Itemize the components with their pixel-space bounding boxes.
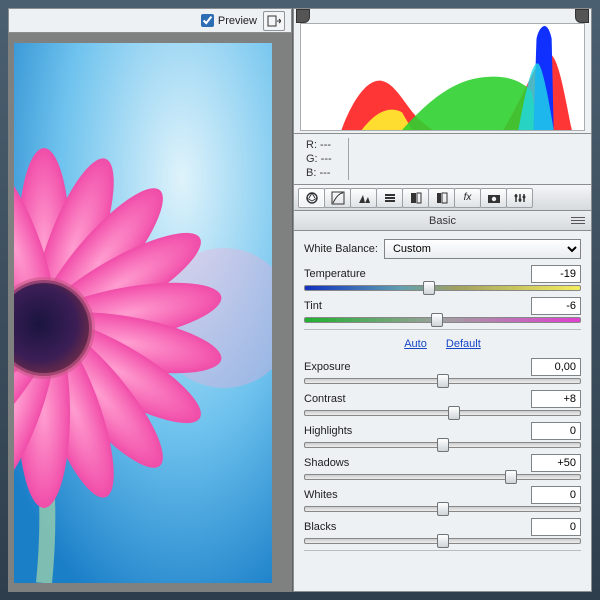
preview-checkbox-input[interactable]: [201, 14, 214, 27]
tab-basic[interactable]: [298, 188, 325, 208]
tab-detail[interactable]: [350, 188, 377, 208]
auto-link[interactable]: Auto: [404, 338, 427, 350]
bars-icon: [383, 191, 397, 205]
aperture-icon: [305, 191, 319, 205]
temperature-slider[interactable]: [304, 285, 581, 291]
tab-lens[interactable]: [428, 188, 455, 208]
tab-presets[interactable]: [506, 188, 533, 208]
exposure-value[interactable]: [531, 358, 581, 376]
preview-image[interactable]: [14, 43, 272, 586]
histogram-panel: [293, 8, 592, 134]
readout-b: B: ---: [306, 166, 332, 180]
camera-icon: [487, 191, 501, 205]
exposure-slider[interactable]: [304, 378, 581, 384]
shadows-value[interactable]: [531, 454, 581, 472]
highlights-value[interactable]: [531, 422, 581, 440]
blacks-label: Blacks: [304, 521, 336, 533]
tint-slider[interactable]: [304, 317, 581, 323]
contrast-value[interactable]: [531, 390, 581, 408]
sliders-icon: [513, 191, 527, 205]
whites-value[interactable]: [531, 486, 581, 504]
readout-g: G: ---: [306, 152, 332, 166]
expand-icon: [267, 15, 281, 27]
temperature-value[interactable]: [531, 265, 581, 283]
blacks-value[interactable]: [531, 518, 581, 536]
lens-icon: [435, 191, 449, 205]
tab-camera[interactable]: [480, 188, 507, 208]
basic-panel: White Balance: Custom Temperature Tint: [293, 231, 592, 592]
default-link[interactable]: Default: [446, 338, 481, 350]
highlights-slider[interactable]: [304, 442, 581, 448]
preview-toolbar: Preview: [8, 8, 292, 33]
temperature-label: Temperature: [304, 268, 366, 280]
preview-checkbox-label: Preview: [218, 15, 257, 27]
tint-label: Tint: [304, 300, 322, 312]
fullscreen-button[interactable]: [263, 11, 285, 31]
panel-header: Basic: [293, 211, 592, 231]
histogram[interactable]: [300, 23, 585, 131]
shadows-slider[interactable]: [304, 474, 581, 480]
panel-menu-button[interactable]: [571, 215, 585, 225]
panel-tabs: fx: [293, 185, 592, 211]
white-balance-label: White Balance:: [304, 243, 378, 255]
curve-icon: [331, 191, 345, 205]
highlights-label: Highlights: [304, 425, 352, 437]
contrast-label: Contrast: [304, 393, 346, 405]
shadows-label: Shadows: [304, 457, 349, 469]
rgb-readout: R: --- G: --- B: ---: [293, 134, 592, 185]
whites-slider[interactable]: [304, 506, 581, 512]
adjustments-pane: R: --- G: --- B: --- fx Basic: [292, 8, 592, 592]
triangles-icon: [357, 191, 371, 205]
readout-r: R: ---: [306, 138, 332, 152]
tab-split[interactable]: [402, 188, 429, 208]
split-icon: [409, 191, 423, 205]
whites-label: Whites: [304, 489, 338, 501]
tab-hsl[interactable]: [376, 188, 403, 208]
highlight-clip-indicator[interactable]: [575, 9, 589, 23]
tint-value[interactable]: [531, 297, 581, 315]
shadow-clip-indicator[interactable]: [296, 9, 310, 23]
tab-curve[interactable]: [324, 188, 351, 208]
blacks-slider[interactable]: [304, 538, 581, 544]
tab-fx[interactable]: fx: [454, 188, 481, 208]
contrast-slider[interactable]: [304, 410, 581, 416]
preview-pane: Preview: [8, 8, 292, 592]
panel-title: Basic: [429, 215, 456, 227]
fx-icon: fx: [464, 192, 472, 203]
exposure-label: Exposure: [304, 361, 350, 373]
preview-checkbox[interactable]: Preview: [201, 14, 257, 27]
white-balance-select[interactable]: Custom: [384, 239, 581, 259]
